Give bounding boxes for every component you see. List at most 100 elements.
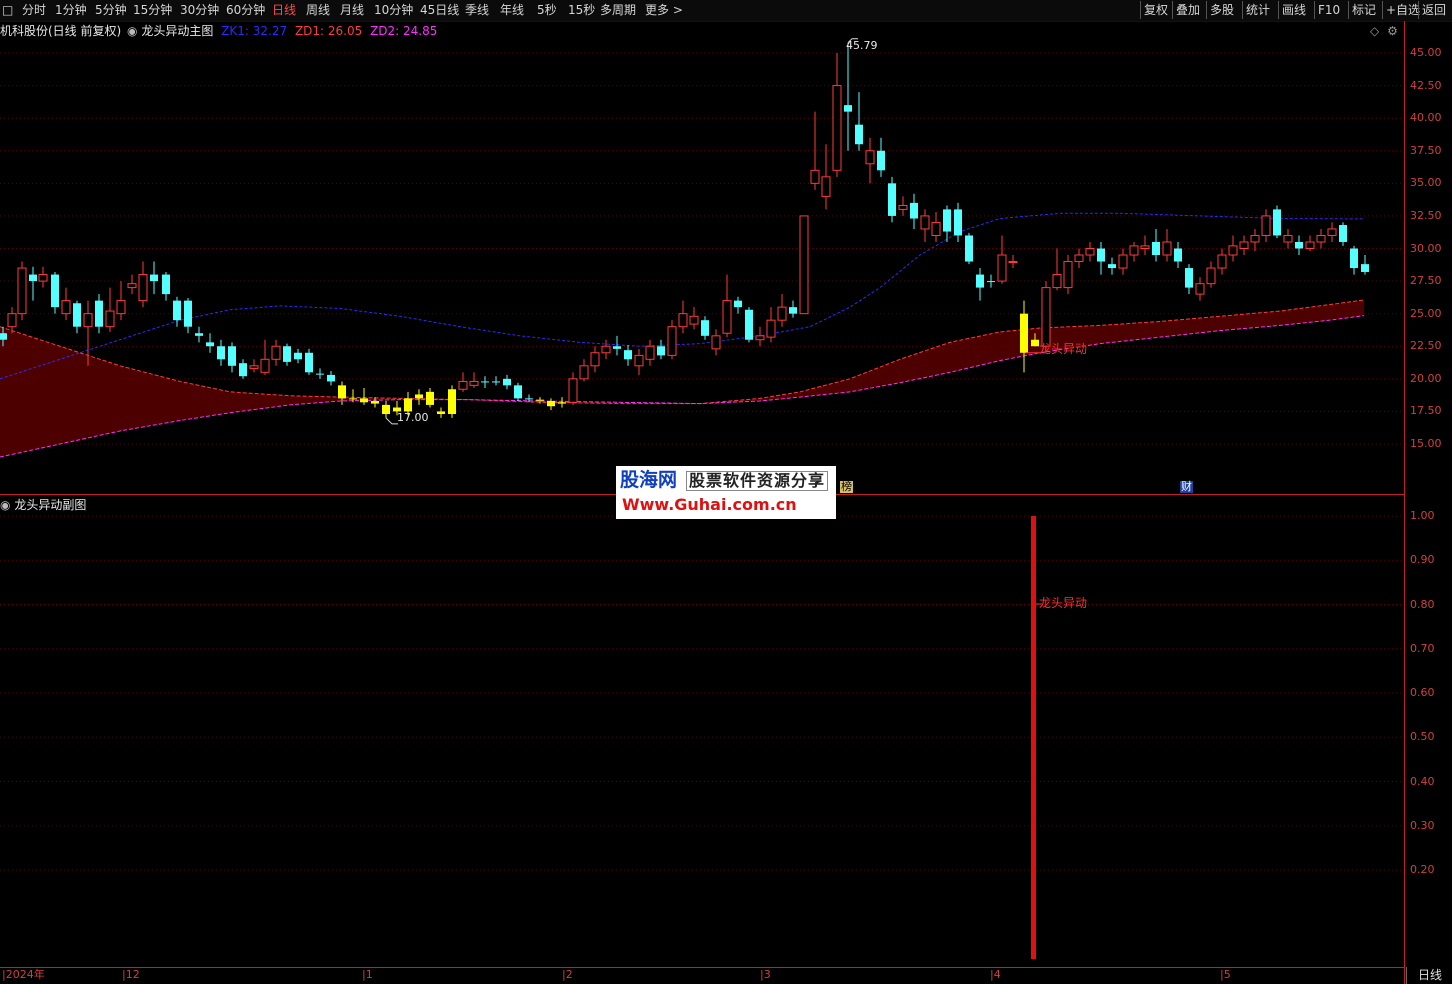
price-tick: 20.00 — [1410, 371, 1442, 385]
candle-body — [1020, 313, 1028, 353]
candle-body — [558, 402, 566, 404]
candle-body — [1097, 248, 1105, 262]
candle-body — [1108, 264, 1116, 269]
candle-body — [127, 283, 137, 289]
candle-body — [426, 391, 434, 405]
candle-body — [667, 326, 677, 356]
zk1-value: ZK1: 32.27 — [221, 24, 288, 38]
date-tick: |1 — [362, 968, 373, 981]
candle-body — [150, 274, 158, 282]
sub-indicator-settings-icon[interactable]: ◉ — [0, 498, 10, 512]
candle-body — [1239, 241, 1249, 250]
stock-name[interactable]: 机科股份(日线 前复权) — [0, 24, 121, 38]
candle-body — [722, 300, 732, 334]
candle-body — [910, 202, 918, 219]
sub-tick: 0.30 — [1410, 818, 1435, 832]
settings-icon[interactable]: ⚙ — [1387, 24, 1398, 38]
candle-body — [997, 254, 1007, 282]
main-indicator-name[interactable]: 龙头异动主图 — [141, 24, 213, 38]
candle-body — [138, 274, 148, 302]
watermark-brand: 股海网 — [620, 469, 678, 491]
price-tick: 35.00 — [1410, 176, 1442, 190]
indicator-settings-icon[interactable]: ◉ — [127, 24, 137, 38]
candle-body — [777, 306, 787, 321]
candle-body — [657, 346, 665, 356]
date-tick: |2024年 — [2, 968, 45, 981]
price-tick: 40.00 — [1410, 111, 1442, 125]
ranking-tag[interactable]: 榜 — [840, 481, 853, 493]
candle-body — [888, 183, 896, 216]
candle-body — [271, 345, 281, 360]
candle-body — [1206, 267, 1216, 285]
candle-body — [745, 309, 753, 340]
candle-body — [1273, 209, 1281, 236]
low-price-label: 17.00 — [397, 411, 429, 424]
candle-body — [810, 169, 820, 184]
candle-body — [206, 342, 214, 347]
candle-body — [1129, 245, 1139, 256]
main-chart-header: 机科股份(日线 前复权) ◉ 龙头异动主图 ZK1: 32.27 ZD1: 26… — [0, 24, 437, 38]
sub-tick: 0.50 — [1410, 730, 1435, 744]
candle-body — [877, 150, 885, 171]
candle-body — [38, 274, 48, 282]
sub-chart-header: ◉ 龙头异动副图 — [0, 498, 86, 512]
candle-body — [73, 303, 81, 327]
candle-body — [613, 346, 621, 349]
candle-body — [855, 124, 863, 145]
candle-body — [0, 333, 7, 340]
zd2-value: ZD2: 24.85 — [370, 24, 438, 38]
date-tick: |4 — [990, 968, 1001, 981]
candle-body — [799, 215, 809, 315]
candle-body — [294, 352, 302, 360]
candle-body — [1283, 234, 1293, 243]
finance-tag[interactable]: 财 — [1180, 481, 1193, 493]
candle-body — [217, 346, 225, 360]
candle-body — [954, 209, 962, 236]
sub-tick: 0.80 — [1410, 597, 1435, 611]
sub-tick: 0.70 — [1410, 641, 1435, 655]
candle-body — [283, 346, 291, 362]
candle-body — [976, 274, 984, 288]
candle-body — [382, 404, 390, 415]
candle-body — [1339, 225, 1347, 242]
candle-body — [1316, 234, 1326, 243]
candle-body — [634, 354, 644, 367]
bottom-period-tab[interactable]: 日线 — [1406, 967, 1452, 984]
candle-body — [162, 274, 170, 295]
date-tick: |5 — [1220, 968, 1231, 981]
candle-body — [1152, 241, 1160, 256]
candle-body — [525, 398, 533, 400]
candle-body — [590, 352, 600, 367]
candle-body — [17, 267, 27, 315]
zk1-line — [0, 212, 1365, 380]
guhai-watermark: 股海网 股票软件资源分享 Www.Guhai.com.cn — [616, 466, 836, 519]
candle-body — [1118, 254, 1128, 269]
sub-tick: 1.00 — [1410, 509, 1435, 522]
candle-body — [327, 374, 335, 382]
candle-body — [458, 380, 468, 390]
candle-body — [547, 400, 555, 407]
price-tick: 45.00 — [1410, 46, 1442, 59]
date-tick: |2 — [562, 968, 573, 981]
diamond-icon[interactable]: ◇ — [1370, 24, 1379, 38]
candle-body — [404, 398, 412, 412]
candle-body — [1305, 241, 1315, 250]
watermark-slogan: 股票软件资源分享 — [686, 471, 829, 491]
candle-body — [448, 389, 456, 415]
candle-body — [469, 380, 479, 386]
watermark-url: Www.Guhai.com.cn — [622, 495, 797, 514]
candle-body — [789, 307, 797, 314]
candle-body — [766, 319, 776, 338]
price-tick: 15.00 — [1410, 437, 1442, 450]
candle-body — [1174, 248, 1182, 262]
candle-body — [1195, 283, 1205, 295]
high-price-label: 45.79 — [846, 39, 878, 52]
candle-body — [305, 352, 313, 373]
candle-body — [965, 235, 973, 262]
candle-body — [316, 373, 324, 375]
candle-body — [689, 315, 699, 325]
candle-body — [898, 204, 908, 210]
candle-body — [943, 209, 951, 232]
candle-body — [338, 385, 346, 399]
sub-indicator-name[interactable]: 龙头异动副图 — [14, 498, 86, 512]
